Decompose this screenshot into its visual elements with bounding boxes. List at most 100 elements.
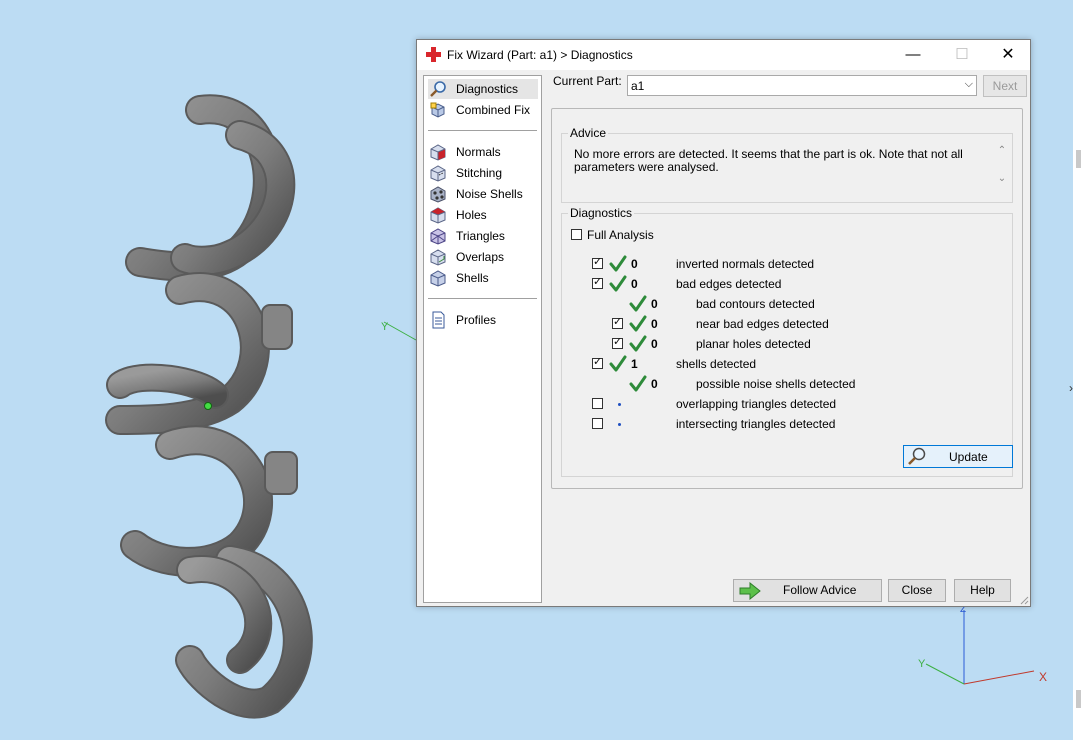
sidebar-divider bbox=[428, 298, 537, 299]
row-checkbox[interactable] bbox=[592, 256, 603, 269]
sidebar-item-normals[interactable]: Normals bbox=[428, 142, 538, 162]
row-checkbox[interactable] bbox=[592, 276, 603, 289]
row-checkbox[interactable] bbox=[612, 316, 623, 329]
green-check-icon bbox=[609, 255, 627, 272]
not-analysed-dot-icon bbox=[618, 423, 621, 426]
green-check-icon bbox=[629, 315, 647, 332]
row-label: near bad edges detected bbox=[696, 317, 829, 331]
close-button[interactable]: Close bbox=[888, 579, 946, 602]
row-label: overlapping triangles detected bbox=[676, 397, 837, 411]
current-part-label: Current Part: bbox=[553, 74, 622, 88]
sidebar-item-label: Diagnostics bbox=[456, 82, 519, 96]
panel-tab[interactable] bbox=[1076, 690, 1081, 708]
follow-advice-label: Follow Advice bbox=[783, 583, 857, 597]
diagnostics-group: Diagnostics Full Analysis 0 inverted nor… bbox=[561, 206, 1013, 477]
chevron-down-icon: ⌵ bbox=[964, 78, 973, 90]
row-checkbox[interactable] bbox=[592, 398, 603, 409]
minimize-button[interactable]: — bbox=[890, 40, 936, 70]
advice-text: No more errors are detected. It seems th… bbox=[574, 147, 963, 174]
help-button[interactable]: Help bbox=[954, 579, 1011, 602]
red-cross-icon bbox=[426, 47, 441, 62]
magnifier-icon bbox=[430, 81, 446, 97]
stitching-cube-icon bbox=[430, 165, 446, 182]
full-analysis-label: Full Analysis bbox=[587, 228, 654, 242]
row-label: possible noise shells detected bbox=[696, 377, 856, 391]
sidebar-item-label: Stitching bbox=[456, 166, 503, 180]
diagnostics-panel: Advice No more errors are detected. It s… bbox=[551, 108, 1023, 489]
window-title: Fix Wizard (Part: a1) > Diagnostics bbox=[447, 48, 633, 62]
row-count: 0 bbox=[651, 377, 658, 391]
sidebar-item-label: Normals bbox=[456, 145, 501, 159]
sidebar-item-label: Overlaps bbox=[456, 250, 505, 264]
diagnostic-row: 0 inverted normals detected bbox=[562, 254, 1002, 274]
axis-triad bbox=[925, 610, 1035, 685]
row-count: 1 bbox=[631, 357, 638, 371]
advice-scrollbar[interactable]: ⌃ ⌄ bbox=[995, 144, 1009, 192]
sidebar-item-shells[interactable]: Shells bbox=[428, 268, 538, 288]
sidebar-item-diagnostics[interactable]: Diagnostics bbox=[428, 79, 538, 99]
resize-grip-icon[interactable] bbox=[1019, 595, 1029, 605]
diagnostic-row: 1 shells detected bbox=[562, 354, 1002, 374]
svg-text:Y: Y bbox=[381, 321, 389, 333]
green-check-icon bbox=[609, 275, 627, 292]
sidebar-item-holes[interactable]: Holes bbox=[428, 205, 538, 225]
full-analysis-checkbox[interactable] bbox=[571, 229, 582, 240]
sidebar-item-label: Noise Shells bbox=[456, 187, 523, 201]
sidebar-item-profiles[interactable]: Profiles bbox=[428, 310, 538, 330]
row-checkbox[interactable] bbox=[592, 356, 603, 369]
sidebar-item-label: Profiles bbox=[456, 313, 497, 327]
row-checkbox[interactable] bbox=[612, 336, 623, 349]
panel-tab[interactable] bbox=[1076, 150, 1081, 168]
row-count: 0 bbox=[651, 297, 658, 311]
green-check-icon bbox=[629, 335, 647, 352]
row-checkbox[interactable] bbox=[592, 418, 603, 429]
sidebar-item-label: Combined Fix bbox=[456, 103, 531, 117]
wizard-sidebar: Diagnostics Combined Fix Normals Stitchi… bbox=[423, 75, 542, 603]
axis-y-label: Y bbox=[918, 658, 926, 670]
follow-advice-button[interactable]: Follow Advice bbox=[733, 579, 882, 602]
next-button[interactable]: Next bbox=[983, 75, 1027, 97]
diagnostics-title: Diagnostics bbox=[568, 206, 635, 220]
axis-y-fragment: Y bbox=[381, 321, 417, 341]
noise-shells-icon bbox=[430, 186, 446, 203]
current-part-select[interactable]: a1 ⌵ bbox=[627, 75, 977, 96]
sidebar-item-combined-fix[interactable]: Combined Fix bbox=[428, 100, 538, 120]
holes-cube-icon bbox=[430, 207, 446, 224]
diagnostic-row: overlapping triangles detected bbox=[562, 394, 1002, 414]
sidebar-item-label: Triangles bbox=[456, 229, 505, 243]
triangles-cube-icon bbox=[430, 228, 446, 245]
diagnostic-row: 0 possible noise shells detected bbox=[562, 374, 1002, 394]
row-label: inverted normals detected bbox=[676, 257, 815, 271]
axis-x-label: X bbox=[1039, 670, 1047, 684]
maximize-button[interactable]: ☐ bbox=[939, 40, 985, 70]
sidebar-item-noise-shells[interactable]: Noise Shells bbox=[428, 184, 538, 204]
sidebar-item-stitching[interactable]: Stitching bbox=[428, 163, 538, 183]
advice-title: Advice bbox=[568, 126, 609, 140]
update-label: Update bbox=[949, 450, 988, 464]
normals-cube-icon bbox=[430, 144, 446, 161]
side-panel-edge bbox=[1073, 0, 1081, 740]
close-window-button[interactable]: ✕ bbox=[985, 40, 1031, 70]
model-part[interactable] bbox=[105, 94, 313, 719]
row-count: 0 bbox=[651, 317, 658, 331]
green-check-icon bbox=[629, 375, 647, 392]
row-label: intersecting triangles detected bbox=[676, 417, 836, 431]
magnifier-icon bbox=[908, 447, 926, 465]
sidebar-item-overlaps[interactable]: Overlaps bbox=[428, 247, 538, 267]
row-label: bad contours detected bbox=[696, 297, 815, 311]
document-icon bbox=[432, 311, 445, 329]
row-count: 0 bbox=[631, 277, 638, 291]
row-count: 0 bbox=[651, 337, 658, 351]
fix-wizard-dialog: Fix Wizard (Part: a1) > Diagnostics — ☐ … bbox=[416, 39, 1031, 607]
combined-fix-icon bbox=[430, 102, 445, 118]
green-arrow-icon bbox=[739, 582, 761, 600]
title-bar[interactable]: Fix Wizard (Part: a1) > Diagnostics — ☐ … bbox=[417, 40, 1030, 70]
update-button[interactable]: Update bbox=[903, 445, 1013, 468]
green-check-icon bbox=[629, 295, 647, 312]
green-check-icon bbox=[609, 355, 627, 372]
diagnostic-row: 0 bad edges detected bbox=[562, 274, 1002, 294]
diagnostic-row: 0 bad contours detected bbox=[562, 294, 1002, 314]
not-analysed-dot-icon bbox=[618, 403, 621, 406]
sidebar-item-triangles[interactable]: Triangles bbox=[428, 226, 538, 246]
row-label: bad edges detected bbox=[676, 277, 782, 291]
